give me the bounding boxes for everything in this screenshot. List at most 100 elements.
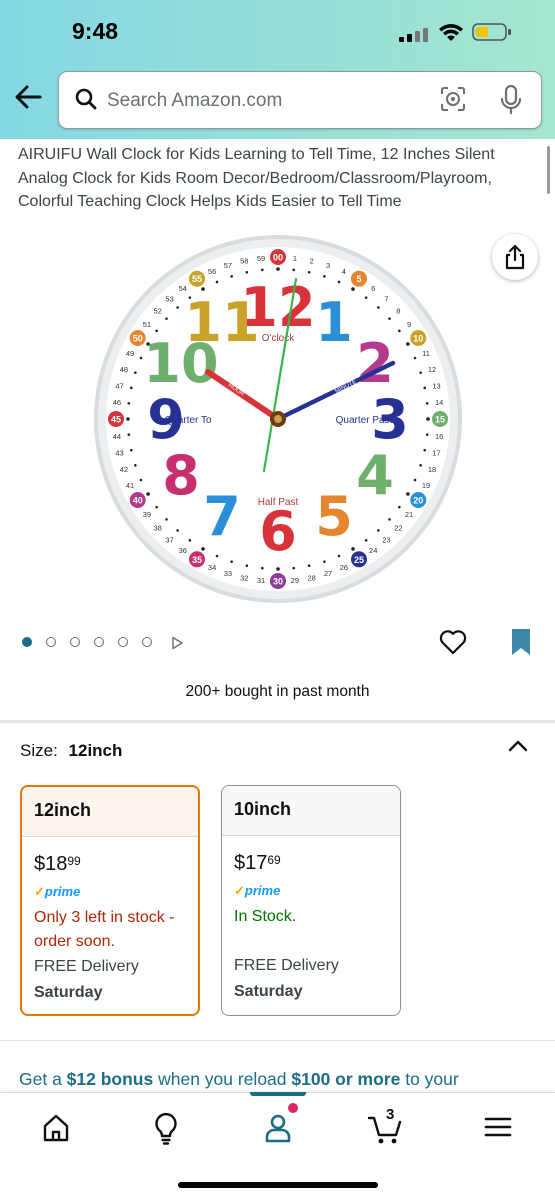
minute-tick [337,554,341,558]
nav-inspire-lightbulb-icon[interactable] [146,1108,186,1148]
minute-tick [377,306,380,309]
minute-number: 32 [240,573,248,582]
minute-number: 12 [428,365,436,374]
microphone-icon[interactable] [500,85,522,115]
minute-tick [276,567,280,571]
minute-number: 49 [126,349,134,358]
minute-badge-number: 00 [273,253,283,263]
size-selected-value: 12inch [68,741,123,760]
delivery-info: FREE Delivery Saturday [34,958,139,1001]
carousel-dot[interactable] [142,637,152,647]
video-play-icon[interactable] [170,636,184,650]
bought-count: 200+ bought in past month [185,683,370,700]
minute-number: 9 [407,320,411,329]
product-image-clock[interactable]: 00 1 2 345678910111213141516171819202122232… [90,221,466,607]
minute-tick [419,371,422,374]
minute-tick [126,417,130,421]
carousel-dot[interactable] [118,637,128,647]
notification-badge [286,1101,300,1115]
size-option-12inch[interactable]: 12inch $1899 ✓prime Only 3 left in stock… [20,785,200,1016]
minute-number: 1 [293,254,297,263]
stock-status: In Stock. [234,908,297,925]
bookmark-icon[interactable] [510,628,532,656]
minute-tick [337,280,341,284]
minute-number: 42 [120,465,128,474]
minute-tick [176,529,179,532]
carousel-dot[interactable] [46,637,56,647]
minute-badge-number: 5 [356,274,361,284]
minute-number: 18 [428,465,436,474]
minute-number: 46 [113,398,121,407]
heart-icon[interactable] [439,629,467,655]
minute-tick [127,433,131,436]
section-divider [0,720,555,723]
minute-number: 14 [435,398,443,407]
minute-tick [307,270,311,274]
minute-badge-number: 35 [192,555,202,565]
minute-tick [261,566,264,570]
minute-tick [398,505,401,509]
carousel-dot[interactable] [22,637,32,647]
carousel-dot[interactable] [70,637,80,647]
clock-label-oclock: O'clock [262,333,295,344]
minute-tick [425,402,429,405]
scroll-indicator [547,146,550,194]
minute-tick [215,280,219,284]
search-icon [75,88,97,110]
minute-tick [245,564,249,568]
section-divider [0,1040,555,1041]
hour-numeral: 5 [315,485,353,548]
minute-tick [215,554,219,558]
hour-numeral: 4 [356,444,394,507]
minute-number: 27 [324,569,332,578]
home-indicator [178,1182,378,1188]
minute-tick [139,478,143,482]
minute-badge-number: 15 [435,415,445,425]
minute-tick [413,478,417,482]
wifi-icon [439,24,463,41]
hour-numeral: 7 [203,485,241,548]
minute-number: 31 [257,576,265,585]
cellular-signal-icon [399,28,428,42]
prime-badge: ✓prime [34,884,81,899]
minute-number: 21 [405,510,413,519]
minute-number: 44 [113,432,121,441]
reload-promo-link[interactable]: Get a $12 bonus when you reload $100 or … [19,1069,459,1090]
minute-number: 43 [115,449,123,458]
minute-number: 16 [435,432,443,441]
minute-number: 11 [422,349,430,358]
size-option-name: 12inch [22,787,198,837]
minute-badge-number: 45 [111,415,121,425]
chevron-up-icon[interactable] [507,738,529,754]
share-button[interactable] [492,234,538,280]
size-selector-header[interactable]: Size: 12inch [20,741,122,761]
nav-home-icon[interactable] [36,1108,76,1148]
minute-tick [398,329,401,333]
minute-tick [307,564,311,568]
minute-tick [188,539,192,542]
minute-tick [129,448,133,452]
camera-lens-icon[interactable] [440,86,466,112]
nav-menu-hamburger-icon[interactable] [478,1108,518,1148]
minute-number: 59 [257,254,265,263]
minute-number: 56 [208,267,216,276]
size-option-10inch[interactable]: 10inch $1769 ✓prime In Stock. FREE Deliv… [221,785,401,1016]
minute-number: 34 [208,563,216,572]
minute-number: 29 [291,576,299,585]
clock-label-quarter-to: Quarter To [164,415,211,426]
minute-number: 26 [340,563,348,572]
minute-badge-number: 40 [133,496,143,506]
back-arrow-icon[interactable] [12,82,44,112]
minute-tick [423,448,427,452]
minute-tick [364,296,368,299]
search-bar[interactable] [58,71,542,129]
product-title[interactable]: AIRUIFU Wall Clock for Kids Learning to … [18,143,528,214]
minute-badge-number: 30 [273,577,283,587]
hour-numeral: 1 [315,291,353,354]
minute-number: 57 [224,261,232,270]
minute-number: 6 [371,284,375,293]
minute-number: 19 [422,481,430,490]
carousel-dot[interactable] [94,637,104,647]
search-input[interactable] [105,83,429,119]
minute-tick [426,417,430,421]
